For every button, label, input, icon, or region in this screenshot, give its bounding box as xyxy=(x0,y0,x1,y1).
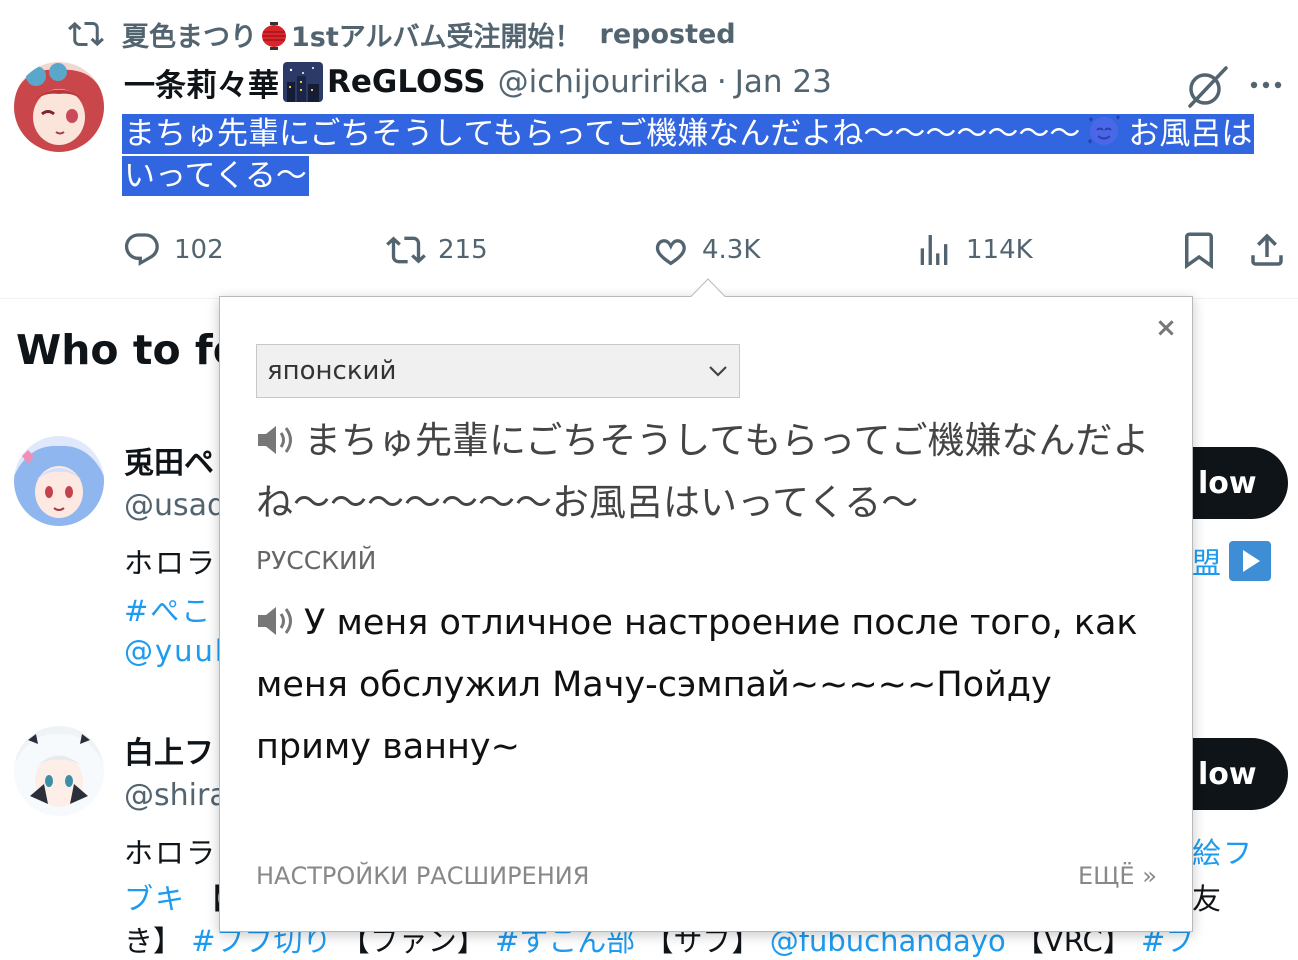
author-name[interactable]: 一条莉々華 xyxy=(124,60,279,105)
author-handle[interactable]: @ichijouririka xyxy=(498,64,709,100)
reply-count: 102 xyxy=(174,235,224,265)
follow-button-label: low xyxy=(1198,465,1257,501)
author-line: 一条莉々華 ReGLOSS @ichijouririka · Jan 23 xyxy=(124,60,832,104)
views-count: 114K xyxy=(966,235,1033,265)
suggestion-name[interactable]: 兎田ペ xyxy=(124,438,214,482)
close-icon[interactable]: × xyxy=(1152,314,1180,342)
extension-settings-link[interactable]: НАСТРОЙКИ РАСШИРЕНИЯ xyxy=(256,862,589,890)
reply-icon xyxy=(124,233,159,266)
reposted-label: reposted xyxy=(599,18,736,50)
repost-header: 夏色まつり 1stアルバム受注開始！ reposted xyxy=(68,14,736,54)
reposter-album: 1stアルバム受注開始！ xyxy=(291,21,582,53)
reposter-name: 夏色まつり xyxy=(122,21,257,53)
author-avatar[interactable] xyxy=(14,62,104,152)
tweet-date[interactable]: Jan 23 xyxy=(735,64,832,100)
date-separator: · xyxy=(716,64,727,100)
grok-icon[interactable] xyxy=(1184,64,1230,110)
smiling-hearts-emoji-icon xyxy=(1088,115,1121,145)
target-text-block: У меня отличное настроение после того, к… xyxy=(256,592,1166,778)
repost-action-icon xyxy=(386,236,426,264)
suggestion-bio-tail[interactable]: 盟 xyxy=(1192,540,1223,582)
bookmark-icon[interactable] xyxy=(1178,228,1220,272)
suggestion-hashtag[interactable]: #ぺこ xyxy=(124,588,212,630)
views-chart-icon xyxy=(920,235,948,265)
source-text: まちゅ先輩にごちそうしてもらってご機嫌なんだよね〜〜〜〜〜〜〜お風呂はいってくる… xyxy=(256,419,1150,524)
like-count: 4.3K xyxy=(702,235,761,265)
suggestion-bio: ホロラ xyxy=(124,546,218,580)
views-button[interactable]: 114K xyxy=(914,226,1033,274)
follow-button-label: low xyxy=(1198,756,1257,792)
tweet-hearts-emoji xyxy=(1082,114,1127,154)
speaker-icon[interactable] xyxy=(256,423,296,457)
popup-arrow xyxy=(690,278,726,298)
suggestion-bio: ホロラ xyxy=(124,836,218,870)
more-options-icon[interactable] xyxy=(1246,70,1286,100)
source-text-block: まちゅ先輩にごちそうしてもらってご機嫌なんだよね〜〜〜〜〜〜〜お風呂はいってくる… xyxy=(256,410,1166,534)
suggestion-avatar-pekora[interactable] xyxy=(14,436,104,526)
tweet-text-part1: まちゅ先輩にごちそうしてもらってご機嫌なんだよね〜〜〜〜〜〜〜 xyxy=(122,114,1083,154)
suggestion-avatar-fubuki[interactable] xyxy=(14,726,104,816)
who-to-follow-title: Who to fo xyxy=(16,326,241,374)
share-icon[interactable] xyxy=(1246,228,1288,272)
speaker-icon[interactable] xyxy=(256,604,296,638)
translated-text: У меня отличное настроение после того, к… xyxy=(256,603,1138,767)
repost-icon xyxy=(68,21,104,47)
reply-button[interactable]: 102 xyxy=(122,226,224,274)
suggestion-name[interactable]: 白上フ xyxy=(124,728,214,772)
bio-bracket-close: き】 xyxy=(124,924,183,958)
suggestion-avatar-image xyxy=(14,726,104,816)
chevron-down-icon xyxy=(709,366,727,377)
suggestion-handle[interactable]: @shira xyxy=(124,778,228,813)
reposter-link[interactable]: 夏色まつり 1stアルバム受注開始！ xyxy=(122,15,582,54)
source-language-select[interactable]: японский xyxy=(256,344,740,398)
author-avatar-image xyxy=(14,62,104,152)
like-button[interactable]: 4.3K xyxy=(650,226,760,274)
lantern-emoji-icon xyxy=(262,21,286,50)
tweet-text: まちゅ先輩にごちそうしてもらってご機嫌なんだよね〜〜〜〜〜〜〜 お風呂はいってく… xyxy=(122,110,1282,197)
source-language-value: японский xyxy=(267,356,397,386)
night-city-emoji-icon xyxy=(283,62,323,102)
suggestion-mention[interactable]: @yuuk xyxy=(124,634,234,668)
heart-icon xyxy=(655,239,686,266)
suggestion-handle[interactable]: @usad xyxy=(124,488,226,523)
play-button-emoji-icon xyxy=(1229,541,1271,581)
suggestion-bio-line2: ブキ xyxy=(124,882,187,916)
suggestion-bio-line2-tail: 友 xyxy=(1192,882,1224,916)
repost-count: 215 xyxy=(438,235,488,265)
suggestion-bio-tail[interactable]: 絵フ xyxy=(1192,830,1254,872)
author-group[interactable]: ReGLOSS xyxy=(327,64,486,100)
more-link[interactable]: ЕЩЁ » xyxy=(1078,862,1157,890)
repost-button[interactable]: 215 xyxy=(386,226,488,274)
target-language-label: РУССКИЙ xyxy=(256,546,377,575)
suggestion-avatar-image xyxy=(14,436,104,526)
